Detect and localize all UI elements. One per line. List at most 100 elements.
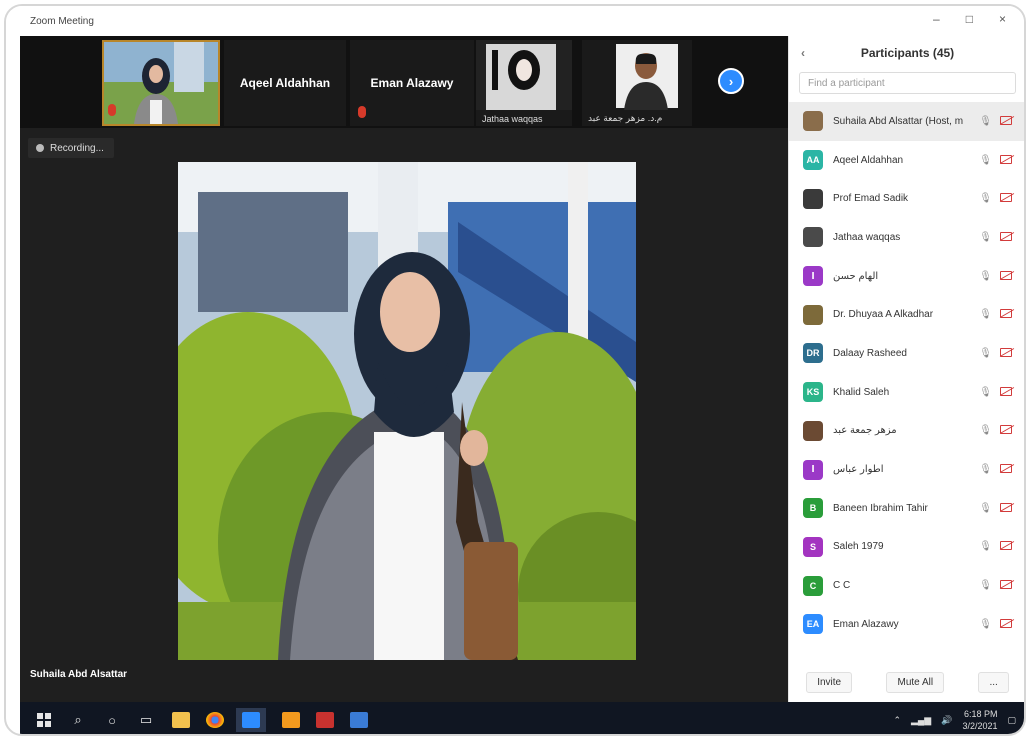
file-explorer-icon[interactable] (172, 712, 190, 728)
video-off-icon[interactable] (1000, 193, 1012, 203)
panel-title: Participants (45) (860, 46, 955, 60)
panel-footer: Invite Mute All ... (789, 662, 1024, 702)
panel-header: ‹ Participants (45) (789, 36, 1024, 70)
avatar (803, 111, 823, 132)
participant-row[interactable]: B Baneen Ibrahim Tahir 🎙 (789, 489, 1024, 528)
tray-chevron-icon[interactable]: ⌃ (893, 715, 901, 726)
video-tile-mazhar[interactable]: م.د. مزهر جمعة عبد (582, 40, 692, 126)
avatar: AA (803, 150, 823, 171)
participant-name: مزهر جمعة عبد (833, 425, 897, 437)
video-off-icon[interactable] (1000, 154, 1012, 164)
invite-button[interactable]: Invite (806, 671, 853, 693)
mic-icon[interactable]: 🎙 (979, 155, 992, 166)
participant-name: Baneen Ibrahim Tahir (833, 502, 928, 514)
video-off-icon[interactable] (1000, 425, 1012, 435)
participant-name: C C (833, 580, 851, 592)
participant-list: Suhaila Abd Alsattar (Host, me) 🎙 AA Aqe… (789, 102, 1024, 644)
participant-row[interactable]: KS Khalid Saleh 🎙 (789, 373, 1024, 412)
muted-mic-icon (358, 106, 366, 118)
video-tile-self[interactable] (102, 40, 220, 126)
active-speaker-video (178, 162, 636, 660)
mic-icon[interactable]: 🎙 (979, 348, 992, 359)
mic-icon[interactable]: 🎙 (979, 580, 992, 591)
cortana-icon[interactable]: ○ (102, 710, 122, 730)
video-off-icon[interactable] (1000, 115, 1012, 125)
record-icon (36, 144, 44, 152)
mic-icon[interactable]: 🎙 (979, 541, 992, 552)
avatar: S (803, 536, 823, 557)
avatar: ا (803, 266, 823, 287)
mic-icon[interactable]: 🎙 (979, 464, 992, 475)
video-tile-jathaa[interactable]: Jathaa waqqas (476, 40, 572, 126)
mic-icon[interactable]: 🎙 (979, 271, 992, 282)
participant-name: اطوار عباس (833, 464, 884, 476)
volume-icon[interactable]: 🔊 (941, 715, 952, 726)
participant-name: Saleh 1979 (833, 541, 884, 553)
participant-row[interactable]: ا اطوار عباس 🎙 (789, 450, 1024, 489)
mic-icon[interactable]: 🎙 (979, 619, 992, 630)
minimize-button[interactable]: – (933, 12, 940, 26)
chrome-icon[interactable] (206, 712, 224, 728)
mic-icon[interactable]: 🎙 (979, 387, 992, 398)
recording-indicator[interactable]: Recording... (28, 138, 114, 158)
windows-start-icon[interactable] (34, 710, 54, 730)
video-off-icon[interactable] (1000, 309, 1012, 319)
close-button[interactable]: × (999, 12, 1006, 26)
participant-row[interactable]: S Saleh 1979 🎙 (789, 528, 1024, 567)
zoom-app-active[interactable] (236, 708, 266, 732)
tile-caption: Jathaa waqqas (482, 114, 543, 124)
video-off-icon[interactable] (1000, 386, 1012, 396)
participant-row[interactable]: Dr. Dhuyaa A Alkadhar 🎙 (789, 295, 1024, 334)
speaker-photo (178, 162, 636, 660)
chevron-left-icon[interactable]: ‹ (801, 46, 805, 60)
avatar (803, 188, 823, 209)
mute-all-button[interactable]: Mute All (886, 671, 945, 693)
video-off-icon[interactable] (1000, 618, 1012, 628)
clock[interactable]: 6:18 PM 3/2/2021 (962, 708, 997, 732)
avatar: DR (803, 343, 823, 364)
task-view-icon[interactable]: ▭ (136, 710, 156, 730)
recording-label: Recording... (50, 142, 104, 154)
mic-icon[interactable]: 🎙 (979, 425, 992, 436)
participant-row[interactable]: ا الهام حسن 🎙 (789, 257, 1024, 296)
tile-name: Aqeel Aldahhan (239, 76, 331, 90)
media-player-icon[interactable] (316, 712, 334, 728)
participant-row[interactable]: C C C 🎙 (789, 566, 1024, 605)
video-tile-eman[interactable]: Eman Alazawy (350, 40, 474, 126)
mic-icon[interactable]: 🎙 (979, 193, 992, 204)
avatar: KS (803, 382, 823, 403)
app-icon[interactable] (282, 712, 300, 728)
mic-icon[interactable]: 🎙 (979, 232, 992, 243)
mic-icon[interactable]: 🎙 (979, 116, 992, 127)
notification-icon[interactable]: ▢ (1007, 715, 1016, 726)
more-button[interactable]: ... (978, 671, 1009, 693)
participant-row[interactable]: AA Aqeel Aldahhan 🎙 (789, 141, 1024, 180)
active-speaker-name: Suhaila Abd Alsattar (30, 669, 128, 680)
next-page-button[interactable]: › (718, 68, 744, 94)
participant-row[interactable]: Prof Emad Sadik 🎙 (789, 179, 1024, 218)
video-off-icon[interactable] (1000, 502, 1012, 512)
network-icon[interactable]: ▂▄▆ (911, 715, 931, 726)
participant-row[interactable]: مزهر جمعة عبد 🎙 (789, 412, 1024, 451)
maximize-button[interactable]: □ (966, 12, 973, 26)
video-tile-aqeel[interactable]: Aqeel Aldahhan (224, 40, 346, 126)
participant-row[interactable]: Jathaa waqqas 🎙 (789, 218, 1024, 257)
search-icon[interactable]: ⌕ (68, 710, 88, 730)
video-off-icon[interactable] (1000, 464, 1012, 474)
avatar: EA (803, 614, 823, 635)
video-off-icon[interactable] (1000, 231, 1012, 241)
system-tray: ⌃ ▂▄▆ 🔊 6:18 PM 3/2/2021 ▢ (893, 702, 1016, 734)
photos-icon[interactable] (350, 712, 368, 728)
video-off-icon[interactable] (1000, 541, 1012, 551)
avatar (803, 304, 823, 325)
participant-row[interactable]: Suhaila Abd Alsattar (Host, me) 🎙 (789, 102, 1024, 141)
participant-row[interactable]: EA Eman Alazawy 🎙 (789, 605, 1024, 644)
participant-row[interactable]: DR Dalaay Rasheed 🎙 (789, 334, 1024, 373)
video-off-icon[interactable] (1000, 347, 1012, 357)
mic-icon[interactable]: 🎙 (979, 309, 992, 320)
video-off-icon[interactable] (1000, 270, 1012, 280)
participant-search-input[interactable]: Find a participant (799, 72, 1016, 94)
participants-panel: ‹ Participants (45) Find a participant S… (788, 36, 1024, 702)
mic-icon[interactable]: 🎙 (979, 503, 992, 514)
video-off-icon[interactable] (1000, 580, 1012, 590)
